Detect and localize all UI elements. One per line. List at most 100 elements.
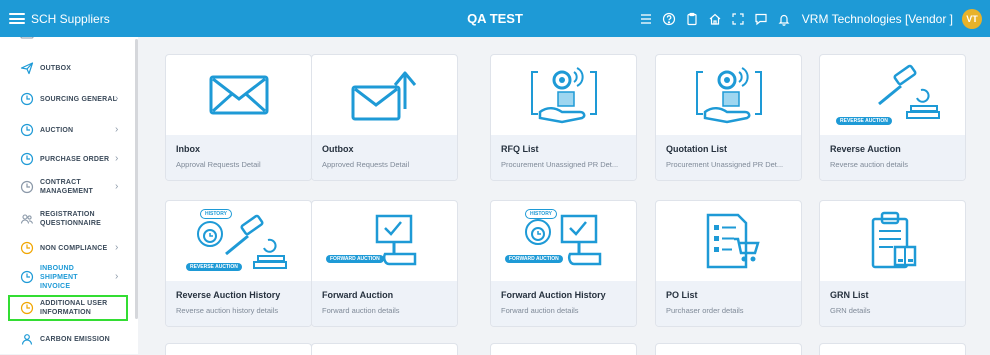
sidebar-item-inbound-shipment-invoice[interactable]: INBOUND SHIPMENT INVOICE › [0,265,134,290]
ribbon-label: REVERSE AUCTION [186,263,242,271]
card-partial[interactable] [655,343,802,355]
chevron-right-icon[interactable]: › [115,242,118,253]
card-art [656,201,801,280]
card-forward-auction-history[interactable]: HISTORY FORWARD AUCTION Forward Auction … [490,200,637,327]
card-grn-list[interactable]: GRN List GRN details [819,200,966,327]
card-subtitle: Approved Requests Detail [322,160,410,169]
card-subtitle: Reverse auction details [830,160,908,169]
card-art [656,55,801,134]
card-footer: Reverse Auction History Reverse auction … [166,281,311,326]
card-title: PO List [666,290,698,300]
card-title: Forward Auction [322,290,394,300]
card-po-list[interactable]: PO List Purchaser order details [655,200,802,327]
forward-auction-icon [375,214,416,265]
app-name: SCH Suppliers [31,11,110,26]
card-subtitle: Procurement Unassigned PR Det... [501,160,619,169]
card-title: GRN List [830,290,869,300]
card-footer: Outbox Approved Requests Detail [312,135,457,180]
sidebar-item-label: SOURCING GENERAL [40,95,118,103]
card-subtitle: Forward auction details [322,306,400,315]
chevron-right-icon[interactable]: › [115,93,118,104]
card-art: REVERSE AUCTION [820,55,965,134]
sidebar-item-label: AUCTION [40,126,74,134]
mailbox-icon [20,37,34,39]
card-footer: Forward Auction History Forward auction … [491,281,636,326]
envelope-icon [209,75,268,114]
card-title: Forward Auction History [501,290,606,300]
fullscreen-icon[interactable] [731,12,745,26]
chevron-right-icon[interactable]: › [115,124,118,135]
sidebar-item-contract-management[interactable]: CONTRACT MANAGEMENT › [0,175,134,199]
clock-icon [20,270,34,284]
bell-icon[interactable] [777,12,791,26]
card-quotation-list[interactable]: Quotation List Procurement Unassigned PR… [655,54,802,181]
card-subtitle: GRN details [830,306,871,315]
card-partial[interactable] [490,343,637,355]
card-footer: Quotation List Procurement Unassigned PR… [656,135,801,180]
card-inbox[interactable]: Inbox Approval Requests Detail [165,54,312,181]
user-icon [21,334,33,345]
card-partial[interactable] [819,343,966,355]
top-bar: SCH Suppliers QA TEST VRM Technologies [… [0,0,990,37]
card-subtitle: Forward auction details [501,306,579,315]
card-title: Reverse Auction History [176,290,281,300]
clock-icon [20,180,34,194]
home-icon[interactable] [708,12,722,26]
sidebar-item-carbon-emission[interactable]: CARBON EMISSION [0,329,134,349]
card-title: Outbox [322,144,354,154]
list-icon[interactable] [639,12,653,26]
card-subtitle: Purchaser order details [666,306,744,315]
card-reverse-auction-history[interactable]: HISTORY REVERSE AUCTION Reverse Auction … [165,200,312,327]
sidebar-item-label: REGISTRATION QUESTIONNAIRE [40,211,101,227]
card-subtitle: Reverse auction history details [176,306,279,315]
sidebar-item-registration-questionnaire[interactable]: REGISTRATION QUESTIONNAIRE [0,207,134,231]
clock-icon [20,241,34,255]
sidebar-item-purchase-order[interactable]: PURCHASE ORDER › [0,149,134,169]
card-reverse-auction[interactable]: REVERSE AUCTION Reverse Auction Reverse … [819,54,966,181]
card-title: Quotation List [666,144,727,154]
sidebar: OUTBOX SOURCING GENERAL › AUCTION › PURC… [0,37,138,354]
clock-icon [20,152,34,166]
user-name[interactable]: VRM Technologies [Vendor ] [802,12,953,26]
help-icon[interactable] [662,12,676,26]
clock-icon [20,92,34,106]
card-rfq-list[interactable]: RFQ List Procurement Unassigned PR Det..… [490,54,637,181]
card-art [820,201,965,280]
card-art [491,55,636,134]
clipboard-icon[interactable] [685,12,699,26]
history-badge: HISTORY [200,209,232,219]
sidebar-item-label: ADDITIONAL USER INFORMATION [40,300,108,316]
card-footer: Inbox Approval Requests Detail [166,135,311,180]
chevron-right-icon[interactable]: › [115,153,118,164]
card-art: FORWARD AUCTION [312,201,457,280]
ribbon-label: REVERSE AUCTION [836,117,892,125]
chevron-right-icon[interactable]: › [115,181,118,192]
sidebar-item-label: CARBON EMISSION [40,335,110,343]
card-partial[interactable] [311,343,458,355]
clock-icon [20,301,34,315]
sidebar-item-non-compliance[interactable]: NON COMPLIANCE › [0,238,134,258]
card-title: Reverse Auction [830,144,901,154]
history-badge: HISTORY [525,209,557,219]
card-footer: RFQ List Procurement Unassigned PR Det..… [491,135,636,180]
card-subtitle: Procurement Unassigned PR Det... [666,160,784,169]
card-outbox[interactable]: Outbox Approved Requests Detail [311,54,458,181]
sidebar-item-additional-user-information[interactable]: ADDITIONAL USER INFORMATION [8,295,128,321]
chat-icon[interactable] [754,12,768,26]
card-forward-auction[interactable]: FORWARD AUCTION Forward Auction Forward … [311,200,458,327]
sidebar-item-label: PURCHASE ORDER [40,155,110,163]
users-icon [20,214,34,224]
sidebar-item-sourcing-general[interactable]: SOURCING GENERAL › [0,89,134,109]
sidebar-item-outbox[interactable]: OUTBOX [0,58,134,78]
clock-icon [20,123,34,137]
hamburger-menu-icon[interactable] [9,13,25,24]
sidebar-item-auction[interactable]: AUCTION › [0,120,134,140]
card-partial[interactable] [165,343,312,355]
header-tools: VRM Technologies [Vendor ] VT [639,0,982,37]
card-title: RFQ List [501,144,539,154]
dashboard-grid: Inbox Approval Requests Detail Outbox Ap… [138,37,990,355]
avatar[interactable]: VT [962,8,982,29]
chevron-right-icon[interactable]: › [115,271,118,282]
card-footer: Reverse Auction Reverse auction details [820,135,965,180]
ribbon-label: FORWARD AUCTION [326,255,384,263]
